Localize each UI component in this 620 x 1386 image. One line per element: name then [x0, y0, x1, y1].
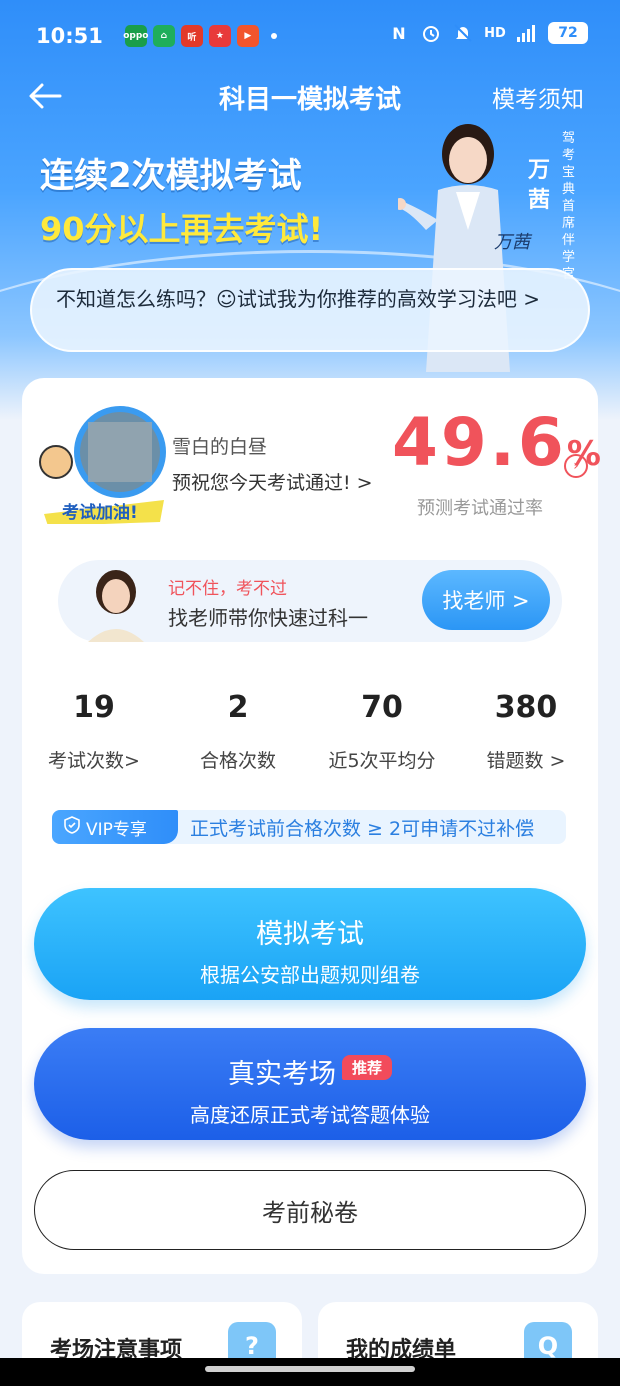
stat-label: 合格次数	[199, 750, 276, 772]
presenter-signature: 万茜	[494, 232, 530, 253]
real-exam-title: 真实考场	[227, 1059, 336, 1090]
hero-banner: 10:51 oppo ⌂ 听 ★ ▶ N HD 72 科目一模拟考试 模考须知 …	[0, 0, 620, 420]
mock-exam-subtitle: 根据公安部出题规则组卷	[200, 963, 420, 987]
real-exam-subtitle: 高度还原正式考试答题体验	[190, 1103, 430, 1127]
oppo-app-icon: oppo	[123, 25, 149, 47]
nfc-icon: N	[392, 23, 406, 43]
page-title: 科目一模拟考试	[218, 84, 401, 115]
stat-exam-count[interactable]: 19 考试次数>	[22, 684, 166, 794]
user-avatar-badge: 考试加油!	[39, 406, 166, 524]
mock-exam-title: 模拟考试	[256, 919, 364, 950]
presenter-name: 万茜	[528, 158, 551, 213]
main-card: 考试加油! 雪白的白昼 预祝您今天考试通过! > 49.6% › 预测考试通过率…	[22, 378, 601, 1274]
pass-rate-label: 预测考试通过率	[417, 498, 543, 519]
stat-value: 70	[361, 690, 403, 725]
real-exam-title-row: 真实考场 推荐	[34, 1052, 586, 1091]
teacher-description: 找老师带你快速过科一	[168, 606, 368, 630]
exam-notice-link[interactable]: 模考须知	[492, 80, 584, 114]
recommend-badge: 推荐	[341, 1055, 392, 1080]
shield-icon	[64, 815, 80, 839]
presenter-title: 驾考宝典首席伴学官	[562, 131, 576, 282]
find-teacher-banner[interactable]: 记不住，考不过 找老师带你快速过科一 找老师 >	[58, 560, 562, 642]
secret-paper-button[interactable]: 考前秘卷	[34, 1170, 586, 1250]
stat-label: 错题数 >	[486, 750, 566, 772]
user-name: 雪白的白昼	[172, 436, 268, 458]
stat-value: 2	[227, 690, 249, 725]
stat-label: 近5次平均分	[328, 750, 436, 772]
stat-average-score: 70 近5次平均分	[310, 684, 454, 794]
battery-icon: 72	[548, 22, 588, 44]
mock-exam-button[interactable]: 模拟考试 根据公安部出题规则组卷	[34, 888, 586, 1000]
stat-value: 380	[494, 690, 558, 725]
badge-text: 考试加油!	[61, 502, 138, 523]
home-indicator[interactable]	[205, 1366, 415, 1372]
system-nav-bar	[0, 1358, 620, 1386]
real-exam-button[interactable]: 真实考场 推荐 高度还原正式考试答题体验	[34, 1028, 586, 1140]
stats-row: 19 考试次数> 2 合格次数 70 近5次平均分 380 错题数 >	[22, 684, 598, 794]
home-app-icon: ⌂	[152, 25, 175, 47]
hd-icon: HD	[484, 25, 506, 41]
vip-tag: VIP专享	[52, 810, 178, 844]
notification-dot-icon	[270, 33, 277, 39]
stat-wrong-questions[interactable]: 380 错题数 >	[454, 684, 598, 794]
find-teacher-button[interactable]: 找老师 >	[422, 570, 550, 630]
pass-rate-number: 49.6	[392, 404, 567, 481]
vip-text: 正式考试前合格次数 ≥ 2可申请不过补偿	[190, 817, 535, 840]
stat-label: 考试次数>	[48, 750, 140, 772]
vip-compensation-bar[interactable]: VIP专享 正式考试前合格次数 ≥ 2可申请不过补偿	[52, 810, 566, 844]
teacher-tagline: 记不住，考不过	[168, 579, 287, 599]
alarm-icon	[420, 22, 442, 44]
status-app-icons: oppo ⌂ 听 ★ ▶	[123, 25, 277, 47]
chevron-right-icon[interactable]: ›	[564, 454, 588, 478]
status-bar: 10:51 oppo ⌂ 听 ★ ▶ N HD 72	[0, 0, 620, 72]
mute-icon	[452, 22, 474, 44]
status-time: 10:51	[36, 24, 103, 48]
stat-pass-count: 2 合格次数	[166, 684, 310, 794]
status-indicators: N HD 72	[388, 22, 588, 44]
study-tip-bubble[interactable]: 不知道怎么练吗？☺试试我为你推荐的高效学习法吧 >	[30, 268, 590, 352]
vip-tag-label: VIP专享	[86, 819, 147, 840]
signal-icon	[516, 22, 538, 44]
user-wish-link[interactable]: 预祝您今天考试通过! >	[172, 468, 373, 495]
video-app-icon: ▶	[236, 25, 259, 47]
hero-headline: 连续2次模拟考试	[40, 156, 302, 196]
listen-app-icon: 听	[180, 25, 203, 47]
stat-value: 19	[73, 690, 115, 725]
hero-subheadline: 90分以上再去考试!	[40, 210, 324, 248]
food-app-icon: ★	[208, 25, 231, 47]
teacher-avatar	[88, 570, 144, 642]
nav-bar: 科目一模拟考试 模考须知	[0, 72, 620, 122]
back-arrow-icon[interactable]	[26, 80, 66, 112]
